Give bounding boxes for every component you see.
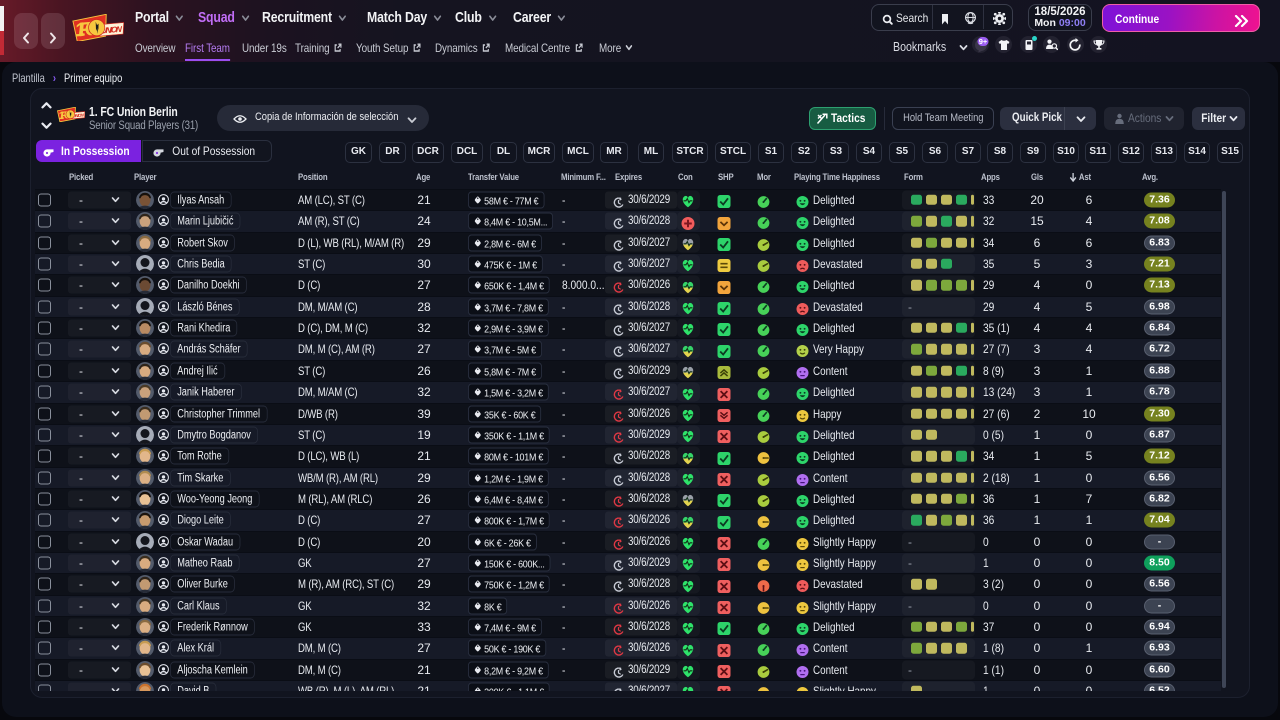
svg-text:9+: 9+ (979, 37, 988, 46)
